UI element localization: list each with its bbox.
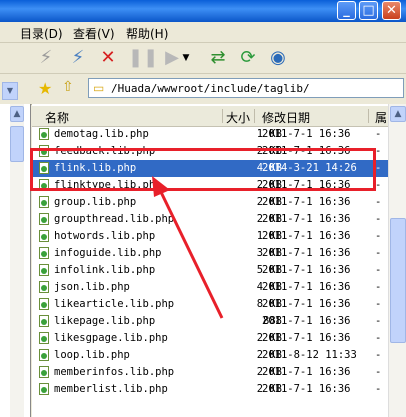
annotation-arrow <box>152 176 224 319</box>
